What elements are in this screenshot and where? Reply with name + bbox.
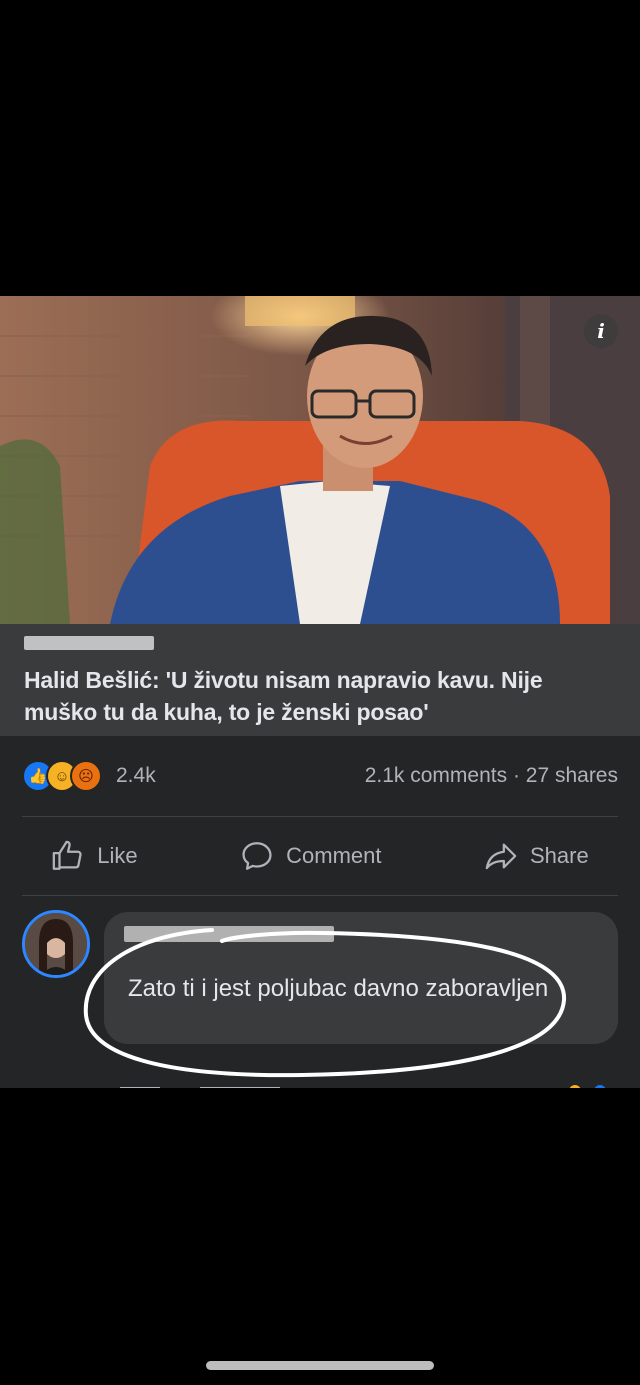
info-icon[interactable]: i (584, 314, 618, 348)
comment-label: Comment (286, 843, 382, 868)
link-preview-image[interactable]: i (0, 296, 640, 624)
comment-bubble[interactable]: Zato ti i jest poljubac davno zaboravlje… (104, 912, 618, 1044)
angry-icon: ☹ (70, 760, 102, 792)
action-bar: Like Comment Share (0, 817, 640, 895)
reaction-summary[interactable]: 👍 ☺ ☹ 2.4k (22, 760, 156, 792)
comment-button[interactable]: Comment (240, 839, 381, 873)
reaction-count: 2.4k (116, 764, 156, 787)
post-stats: 👍 ☺ ☹ 2.4k 2.1k comments · 27 shares (0, 736, 640, 816)
home-indicator[interactable] (206, 1361, 434, 1370)
comment-icon (242, 842, 272, 870)
link-preview-box[interactable]: Halid Bešlić: 'U životu nisam napravio k… (0, 624, 640, 736)
link-title: Halid Bešlić: 'U životu nisam napravio k… (24, 667, 543, 725)
share-icon (485, 843, 517, 870)
facebook-post: i Halid Bešlić: 'U životu nisam napravio… (0, 296, 640, 1088)
like-label: Like (97, 843, 138, 868)
reaction-icons: 👍 ☺ ☹ (22, 760, 102, 792)
comment-item: Zato ti i jest poljubac davno zaboravlje… (0, 896, 640, 1044)
next-comment-peek (0, 1078, 640, 1088)
like-button[interactable]: Like (51, 839, 138, 873)
share-button[interactable]: Share (484, 839, 589, 873)
redacted-commenter-name (124, 926, 334, 942)
comments-shares-count[interactable]: 2.1k comments · 27 shares (365, 764, 618, 788)
commenter-avatar[interactable] (22, 910, 90, 978)
redacted-source-domain (24, 636, 154, 650)
comment-text: Zato ti i jest poljubac davno zaboravlje… (128, 975, 549, 1002)
share-label: Share (530, 843, 589, 868)
thumbs-up-icon (52, 840, 82, 870)
screen: { "post": { "info_icon_glyph": "i", "pho… (0, 0, 640, 1385)
